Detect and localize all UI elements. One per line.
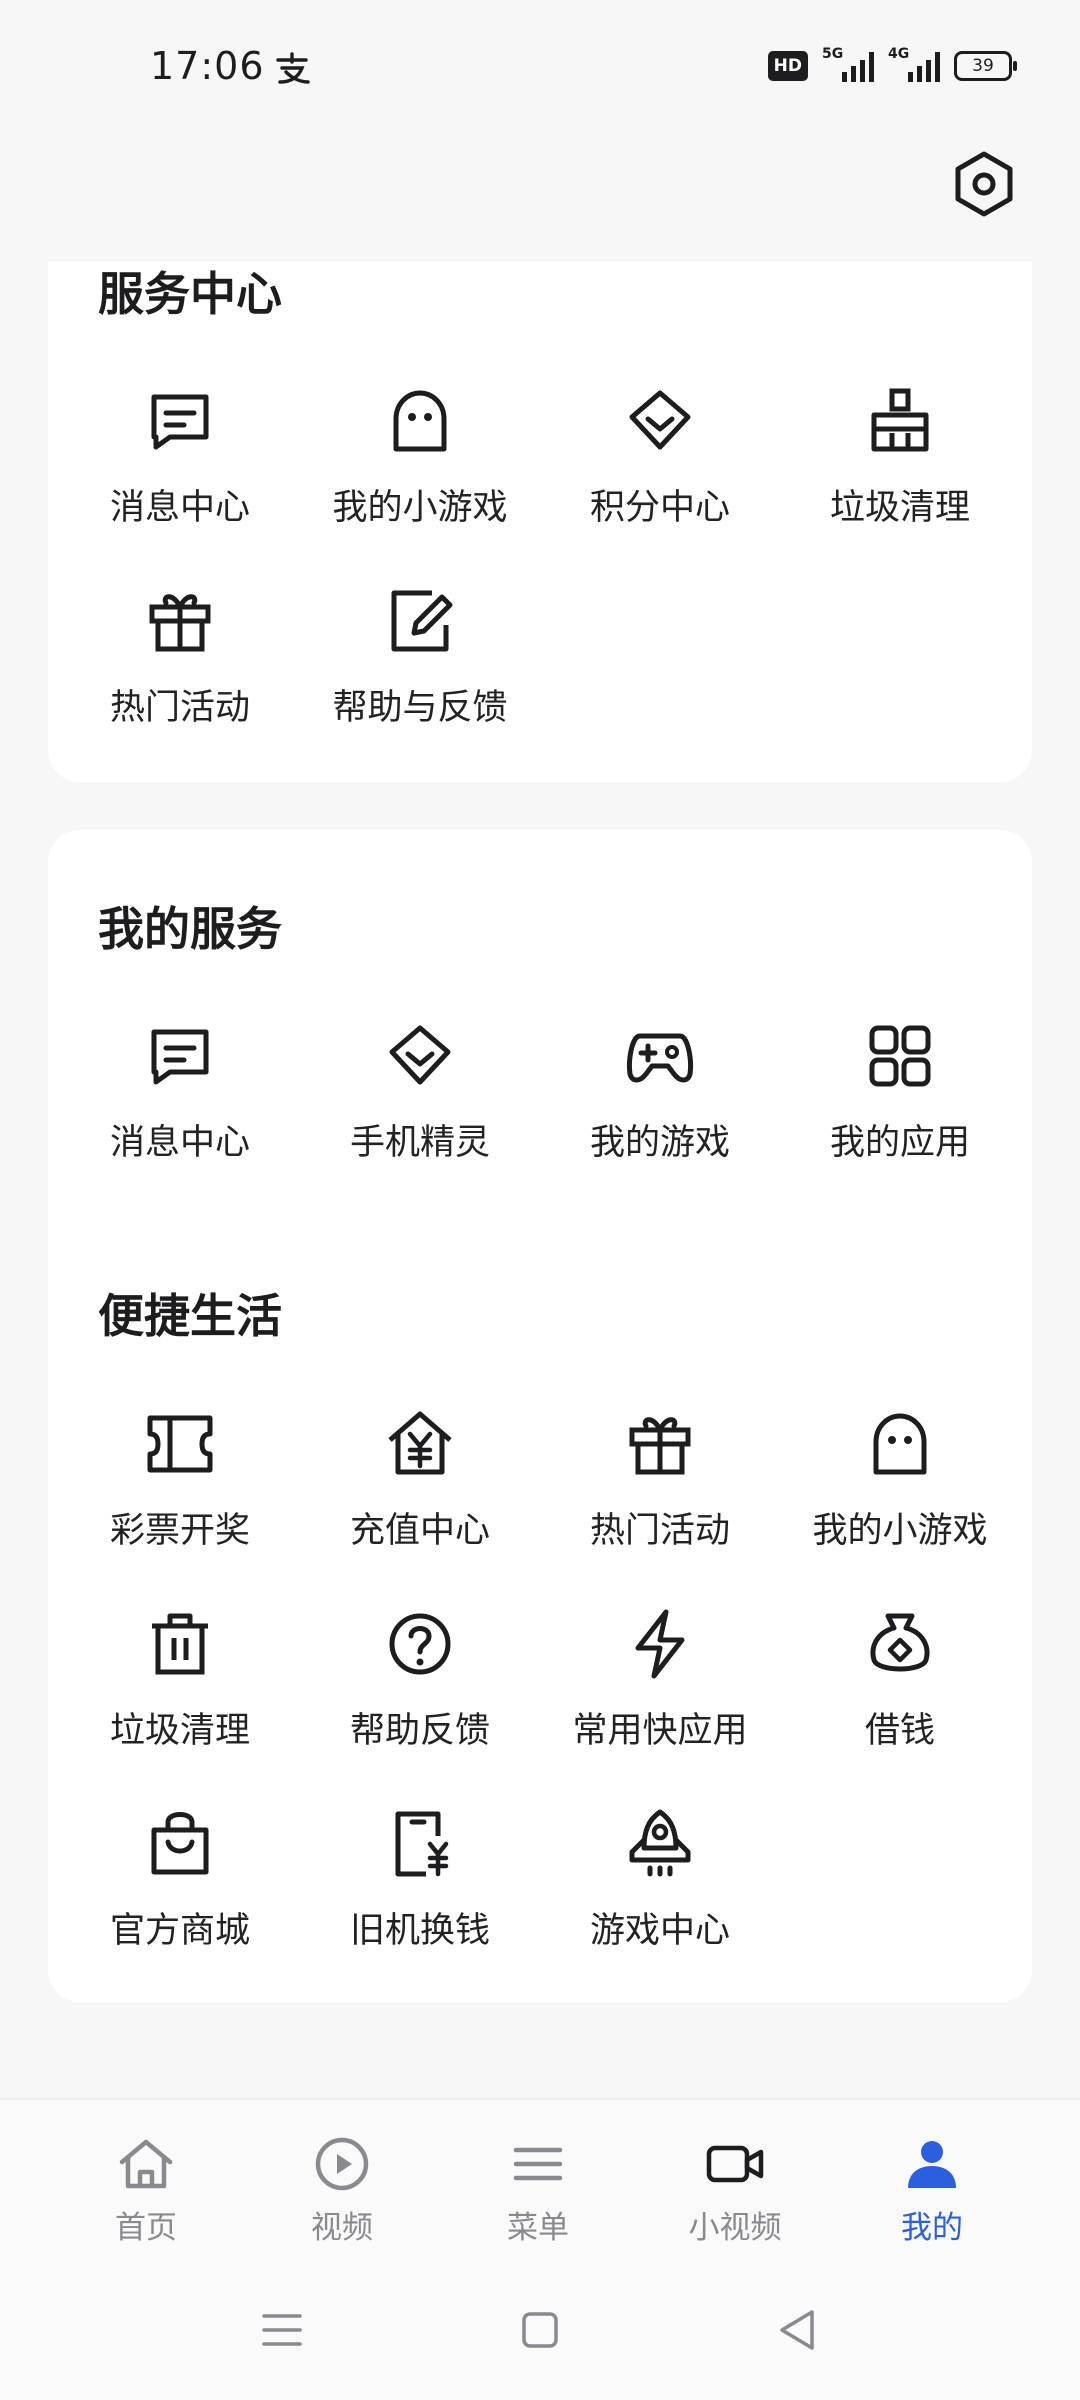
- signal-4g-icon: 4G: [888, 46, 940, 82]
- diamond-icon: [384, 1020, 456, 1092]
- grid-item-junk-cleanup[interactable]: 垃圾清理: [780, 385, 1020, 555]
- status-icons: HD 5G 4G 39: [767, 46, 1017, 82]
- phone-yen-icon: [384, 1808, 456, 1880]
- apps-grid-icon: [864, 1020, 936, 1092]
- broom-icon: [864, 385, 936, 457]
- ticket-icon: [144, 1408, 216, 1480]
- edit-icon: [384, 585, 456, 657]
- grid-item-help-feedback[interactable]: 帮助与反馈: [300, 585, 540, 755]
- tab-video[interactable]: 视频: [252, 2134, 432, 2247]
- tab-home[interactable]: 首页: [56, 2134, 236, 2247]
- status-time: 17:06: [150, 44, 265, 88]
- tab-short-video[interactable]: 小视频: [645, 2134, 825, 2247]
- diamond-icon: [624, 385, 696, 457]
- gamepad-icon: [624, 1020, 696, 1092]
- grid-item-my-mini-games-2[interactable]: 我的小游戏: [780, 1408, 1020, 1578]
- alipay-icon: [276, 52, 310, 84]
- money-bag-icon: [864, 1608, 936, 1680]
- menu-icon: [513, 2147, 563, 2181]
- shopping-bag-icon: [144, 1808, 216, 1880]
- home-icon: [119, 2139, 173, 2189]
- my-services-title: 我的服务: [98, 902, 282, 956]
- grid-item-my-mini-games[interactable]: 我的小游戏: [300, 385, 540, 555]
- person-icon: [908, 2141, 956, 2188]
- grid-item-message-center[interactable]: 消息中心: [60, 385, 300, 555]
- grid-item-my-games[interactable]: 我的游戏: [540, 1020, 780, 1190]
- grid-item-trade-in[interactable]: 旧机换钱: [300, 1808, 540, 1978]
- lightning-icon: [624, 1608, 696, 1680]
- tab-menu[interactable]: 菜单: [448, 2134, 628, 2247]
- service-center-title: 服务中心: [98, 267, 282, 321]
- status-bar: 17:06 HD 5G 4G 39: [0, 0, 1080, 130]
- home-button-icon[interactable]: [510, 2300, 570, 2360]
- grid-item-phone-genie[interactable]: 手机精灵: [300, 1020, 540, 1190]
- tab-me[interactable]: 我的: [842, 2134, 1022, 2247]
- grid-item-message-center-2[interactable]: 消息中心: [60, 1020, 300, 1190]
- grid-item-game-center[interactable]: 游戏中心: [540, 1808, 780, 1978]
- back-icon[interactable]: [768, 2300, 828, 2360]
- grid-item-hot-events-2[interactable]: 热门活动: [540, 1408, 780, 1578]
- hd-badge: HD: [767, 51, 808, 81]
- question-icon: [384, 1608, 456, 1680]
- grid-item-borrow-money[interactable]: 借钱: [780, 1608, 1020, 1778]
- house-yen-icon: [384, 1408, 456, 1480]
- grid-item-lottery[interactable]: 彩票开奖: [60, 1408, 300, 1578]
- grid-item-junk-cleanup-2[interactable]: 垃圾清理: [60, 1608, 300, 1778]
- settings-icon[interactable]: [950, 150, 1018, 218]
- ghost-icon: [384, 385, 456, 457]
- trash-icon: [144, 1608, 216, 1680]
- grid-item-quick-apps[interactable]: 常用快应用: [540, 1608, 780, 1778]
- ghost-icon: [864, 1408, 936, 1480]
- signal-5g-icon: 5G: [822, 46, 874, 82]
- grid-item-my-apps[interactable]: 我的应用: [780, 1020, 1020, 1190]
- gift-icon: [144, 585, 216, 657]
- grid-item-hot-events[interactable]: 热门活动: [60, 585, 300, 755]
- convenient-life-title: 便捷生活: [98, 1289, 282, 1343]
- message-icon: [144, 385, 216, 457]
- rocket-icon: [624, 1808, 696, 1880]
- grid-item-help-feedback-2[interactable]: 帮助反馈: [300, 1608, 540, 1778]
- grid-item-official-store[interactable]: 官方商城: [60, 1808, 300, 1978]
- message-icon: [144, 1020, 216, 1092]
- gift-icon: [624, 1408, 696, 1480]
- play-icon: [315, 2137, 369, 2191]
- camera-icon: [706, 2145, 764, 2183]
- recent-apps-icon[interactable]: [252, 2300, 312, 2360]
- grid-item-points-center[interactable]: 积分中心: [540, 385, 780, 555]
- battery-icon: 39: [954, 51, 1017, 81]
- grid-item-recharge-center[interactable]: 充值中心: [300, 1408, 540, 1578]
